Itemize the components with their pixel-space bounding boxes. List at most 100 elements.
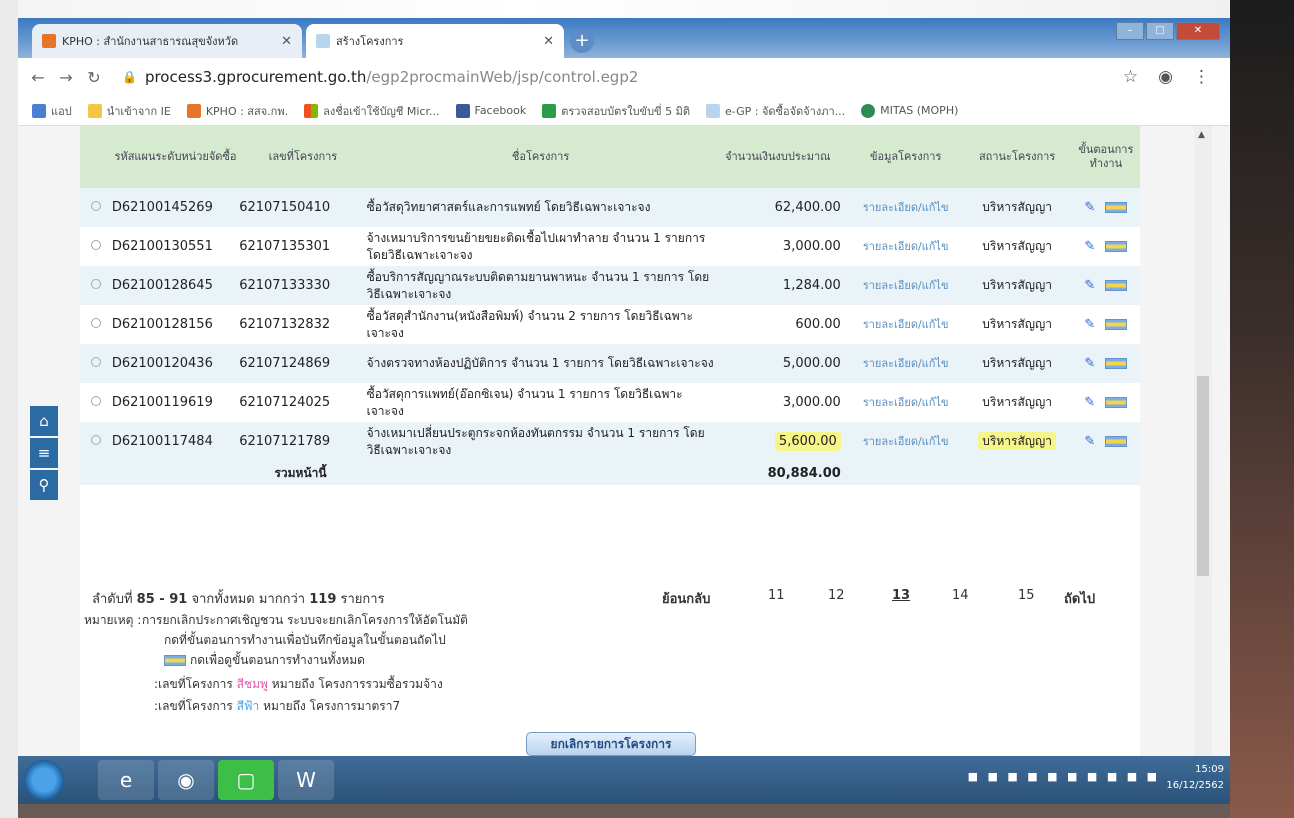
ie-icon[interactable]: e xyxy=(98,760,154,800)
pencil-icon[interactable]: ✎ xyxy=(1084,200,1095,215)
bookmark-microsoft[interactable]: ลงชื่อเข้าใช้บัญชี Micr... xyxy=(304,102,440,120)
workflow-steps-icon[interactable] xyxy=(1105,436,1128,447)
pencil-icon[interactable]: ✎ xyxy=(1084,356,1095,371)
pager-back-link[interactable]: ย้อนกลับ xyxy=(662,588,710,609)
egp-favicon-icon xyxy=(316,34,330,48)
radio-icon[interactable] xyxy=(90,279,101,289)
radio-icon[interactable] xyxy=(90,201,101,211)
workflow-steps-icon[interactable] xyxy=(1105,358,1128,369)
pencil-icon[interactable]: ✎ xyxy=(1084,317,1095,332)
tab-kpho[interactable]: KPHO : สำนักงานสาธารณสุขจังหวัด ✕ xyxy=(32,24,302,58)
page-total-amount: 80,884.00 xyxy=(714,461,849,485)
start-button[interactable] xyxy=(24,760,64,800)
project-name: ซื้อวัสดุการแพทย์(อ๊อกซิเจน) จำนวน 1 ราย… xyxy=(366,383,715,422)
pager-page-15[interactable]: 15 xyxy=(1018,588,1035,603)
radio-icon[interactable] xyxy=(90,357,101,367)
project-status-value: บริหารสัญญา xyxy=(982,356,1052,370)
bookmark-egp[interactable]: e-GP : จัดซื้อจัดจ้างภา... xyxy=(705,102,845,120)
maximize-icon[interactable]: □ xyxy=(1146,22,1174,40)
workflow-steps-icon[interactable] xyxy=(1105,241,1128,252)
row-select[interactable] xyxy=(80,422,112,461)
url-field[interactable]: 🔒 process3.gprocurement.go.th/egp2procma… xyxy=(122,68,638,86)
plan-code: D62100120436 xyxy=(111,344,240,383)
radio-icon[interactable] xyxy=(90,396,101,406)
detail-edit-link[interactable]: รายละเอียด/แก้ไข xyxy=(848,266,963,305)
row-select[interactable] xyxy=(80,305,112,344)
pager-page-12[interactable]: 12 xyxy=(828,588,845,603)
bookmark-license[interactable]: ตรวจสอบบัตรใบขับขี่ 5 มิติ xyxy=(542,102,690,120)
pencil-icon[interactable]: ✎ xyxy=(1084,239,1095,254)
row-select[interactable] xyxy=(80,383,112,422)
photo-bezel-right xyxy=(1230,0,1294,818)
new-tab-button[interactable]: + xyxy=(570,29,594,53)
radio-icon[interactable] xyxy=(90,240,101,250)
menu-dots-icon[interactable]: ⋮ xyxy=(1193,67,1210,87)
clock-date: 16/12/2562 xyxy=(1166,780,1224,791)
pencil-icon[interactable]: ✎ xyxy=(1084,395,1095,410)
chrome-icon[interactable]: ◉ xyxy=(158,760,214,800)
cancel-project-button[interactable]: ยกเลิกรายการโครงการ xyxy=(526,732,696,756)
word-icon[interactable]: W xyxy=(278,760,334,800)
window-close-icon[interactable]: ✕ xyxy=(1176,22,1220,40)
bookmark-facebook[interactable]: Facebook xyxy=(455,103,526,118)
bookmark-mitas[interactable]: MITAS (MOPH) xyxy=(861,103,958,118)
project-no: 62107124869 xyxy=(239,344,367,383)
detail-edit-link[interactable]: รายละเอียด/แก้ไข xyxy=(848,188,963,227)
scroll-up-icon[interactable]: ▲ xyxy=(1198,130,1205,140)
bookmark-kpho[interactable]: KPHO : สสจ.กพ. xyxy=(186,102,288,120)
row-select[interactable] xyxy=(80,188,112,227)
kpho-favicon-icon xyxy=(42,34,56,48)
bookmark-label: นำเข้าจาก IE xyxy=(106,104,171,118)
close-icon[interactable]: ✕ xyxy=(543,34,554,49)
tab-label: KPHO : สำนักงานสาธารณสุขจังหวัด xyxy=(62,35,239,48)
detail-edit-link[interactable]: รายละเอียด/แก้ไข xyxy=(848,422,963,461)
line-app-icon[interactable]: ▢ xyxy=(218,760,274,800)
detail-edit-link[interactable]: รายละเอียด/แก้ไข xyxy=(848,227,963,266)
back-arrow-icon[interactable]: ← xyxy=(24,68,52,87)
pager-page-14[interactable]: 14 xyxy=(952,588,969,603)
project-name: ซื้อวัสดุวิทยาศาสตร์และการแพทย์ โดยวิธีเ… xyxy=(366,188,715,227)
tab-create-project[interactable]: สร้างโครงการ ✕ xyxy=(306,24,564,58)
project-status: บริหารสัญญา xyxy=(962,422,1072,461)
project-status: บริหารสัญญา xyxy=(962,188,1072,227)
row-select[interactable] xyxy=(80,266,112,305)
table-row: D62100119619 62107124025 ซื้อวัสดุการแพทย์… xyxy=(80,383,1140,422)
workflow-steps-icon[interactable] xyxy=(1105,280,1128,291)
page-content: ⌂ ≡ ⚲ รหัสแผนระดับหน่วยจัดซื้อ เลขที่โคร… xyxy=(18,126,1230,756)
menu-icon[interactable]: ≡ xyxy=(30,438,58,468)
url-path: /egp2procmainWeb/jsp/control.egp2 xyxy=(366,68,639,86)
pager-next-link[interactable]: ถัดไป xyxy=(1064,588,1095,609)
workflow-steps-icon[interactable] xyxy=(1105,319,1128,330)
workflow-steps-icon[interactable] xyxy=(1105,202,1128,213)
header-project-name: ชื่อโครงการ xyxy=(366,126,715,188)
project-status-value: บริหารสัญญา xyxy=(982,200,1052,214)
detail-edit-link[interactable]: รายละเอียด/แก้ไข xyxy=(848,344,963,383)
pencil-icon[interactable]: ✎ xyxy=(1084,278,1095,293)
row-select[interactable] xyxy=(80,344,112,383)
remark-line-5: :เลขที่โครงการ สีฟ้า หมายถึง โครงการมาตร… xyxy=(154,696,400,716)
bookmark-label: ตรวจสอบบัตรใบขับขี่ 5 มิติ xyxy=(561,104,690,118)
close-icon[interactable]: ✕ xyxy=(281,34,292,49)
pager-page-13-current[interactable]: 13 xyxy=(892,588,910,603)
vertical-scrollbar[interactable]: ▲ xyxy=(1194,126,1212,756)
reload-icon[interactable]: ↻ xyxy=(80,68,108,87)
table-row: D62100120436 62107124869 จ้างตรวจทางห้องปฏ… xyxy=(80,344,1140,383)
radio-icon[interactable] xyxy=(90,435,101,445)
row-select[interactable] xyxy=(80,227,112,266)
search-icon[interactable]: ⚲ xyxy=(30,470,58,500)
detail-edit-link[interactable]: รายละเอียด/แก้ไข xyxy=(848,383,963,422)
bookmark-apps[interactable]: แอป xyxy=(32,102,72,120)
scrollbar-thumb[interactable] xyxy=(1197,376,1209,576)
radio-icon[interactable] xyxy=(90,318,101,328)
workflow-steps-icon[interactable] xyxy=(1105,397,1128,408)
minimize-icon[interactable]: – xyxy=(1116,22,1144,40)
home-icon[interactable]: ⌂ xyxy=(30,406,58,436)
system-clock[interactable]: 15:09 16/12/2562 xyxy=(1166,762,1224,794)
star-icon[interactable]: ☆ xyxy=(1123,67,1138,87)
pencil-icon[interactable]: ✎ xyxy=(1084,434,1095,449)
bookmark-ie[interactable]: นำเข้าจาก IE xyxy=(87,102,171,120)
pager-page-11[interactable]: 11 xyxy=(768,588,785,603)
account-icon[interactable]: ◉ xyxy=(1158,67,1173,87)
detail-edit-link[interactable]: รายละเอียด/แก้ไข xyxy=(848,305,963,344)
forward-arrow-icon[interactable]: → xyxy=(52,68,80,87)
